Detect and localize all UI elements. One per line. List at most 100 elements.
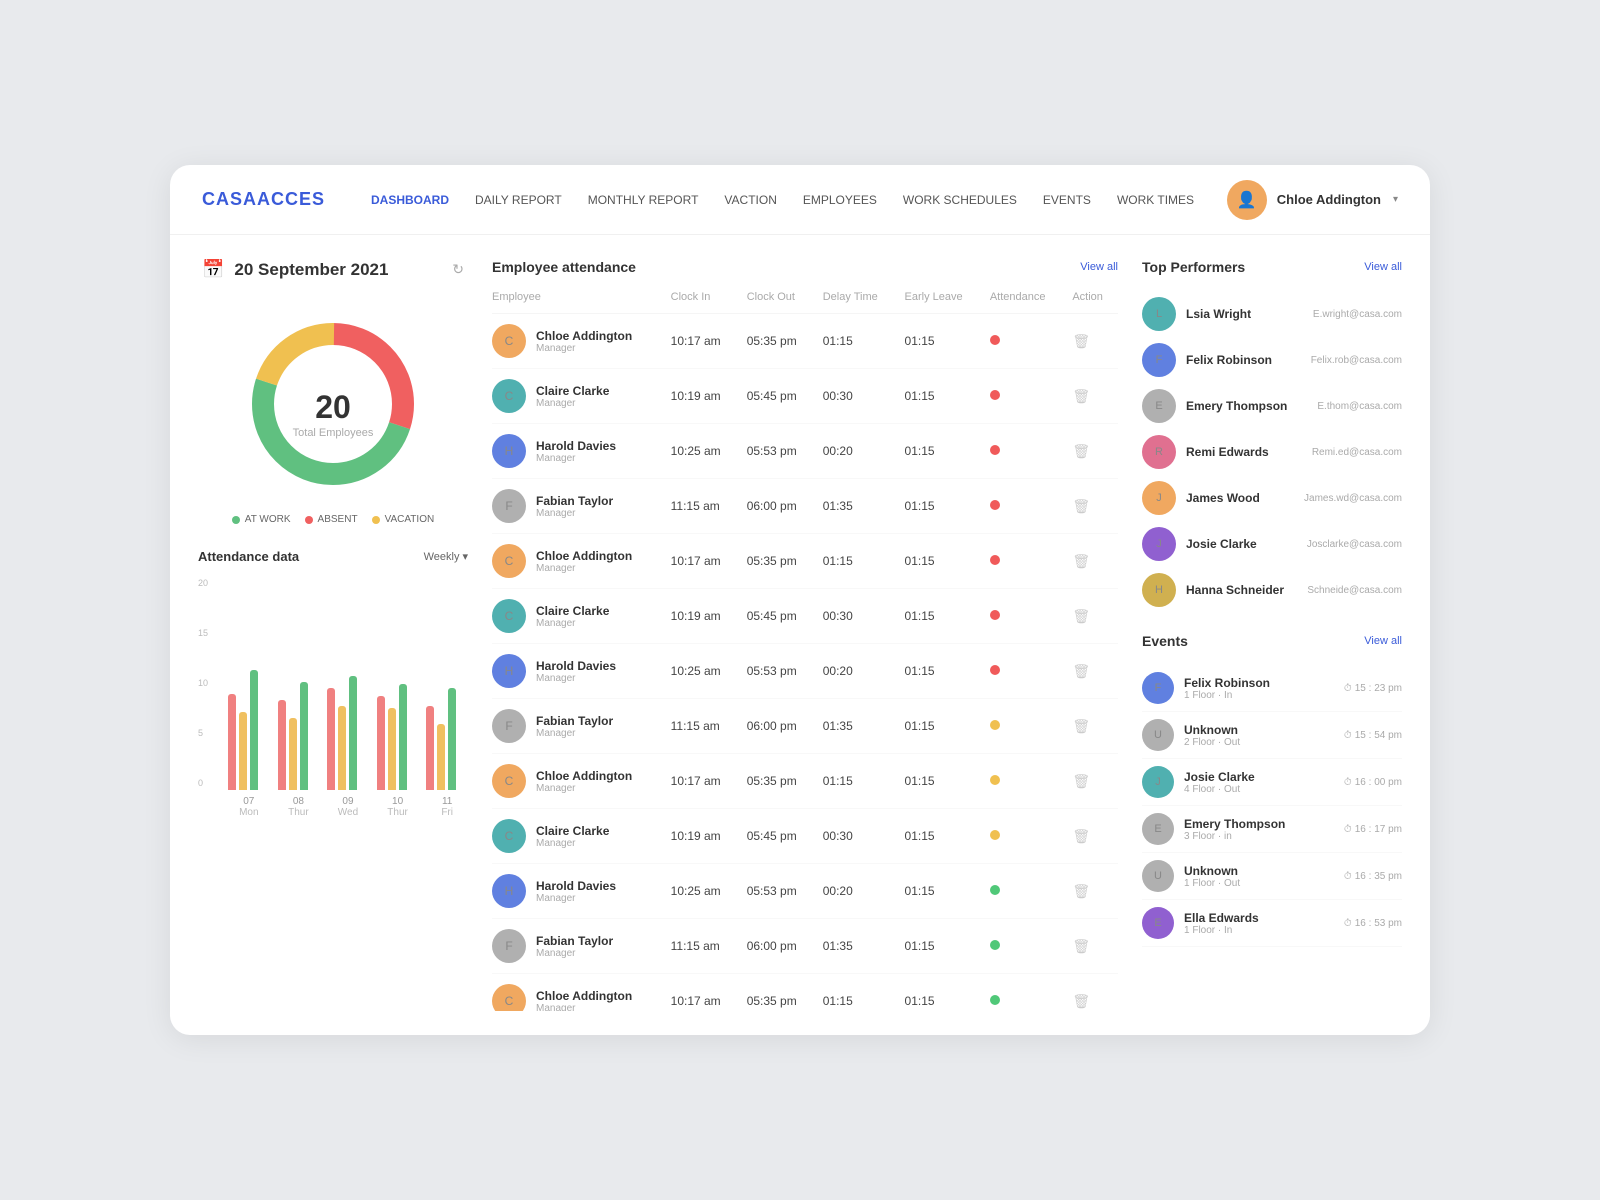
- status-dot: [990, 610, 1000, 620]
- clock-icon: ⏱: [1344, 918, 1352, 929]
- attendance-status: [982, 534, 1065, 589]
- early-leave: 01:15: [897, 754, 982, 809]
- nav-item-work-times[interactable]: WORK TIMES: [1107, 187, 1204, 213]
- delete-icon[interactable]: 🗑: [1072, 663, 1090, 679]
- event-name: Unknown: [1184, 723, 1334, 737]
- attendance-view-all[interactable]: View all: [1080, 261, 1118, 273]
- employee-cell: CChloe AddingtonManager: [492, 754, 663, 809]
- clock-out: 05:45 pm: [739, 589, 815, 644]
- employee-role: Manager: [536, 948, 613, 959]
- performers-view-all[interactable]: View all: [1364, 261, 1402, 273]
- table-col-clock-out: Clock Out: [739, 291, 815, 314]
- performer-name: Emery Thompson: [1186, 399, 1307, 413]
- x-group: 08Thur: [278, 796, 320, 818]
- table-row: CClaire ClarkeManager10:19 am05:45 pm00:…: [492, 809, 1118, 864]
- status-dot: [990, 940, 1000, 950]
- event-name: Ella Edwards: [1184, 911, 1334, 925]
- user-dropdown-icon[interactable]: ▾: [1393, 194, 1398, 205]
- status-dot: [990, 500, 1000, 510]
- performer-avatar: E: [1142, 389, 1176, 423]
- employee-role: Manager: [536, 838, 609, 849]
- event-item: J Josie Clarke 4 Floor · Out ⏱ 16 : 00 p…: [1142, 759, 1402, 806]
- clock-icon: ⏱: [1344, 871, 1352, 882]
- table-row: CChloe AddingtonManager10:17 am05:35 pm0…: [492, 754, 1118, 809]
- table-col-clock-in: Clock In: [663, 291, 739, 314]
- status-dot: [990, 775, 1000, 785]
- main-content: 📅 20 September 2021 ↻ 20 Total Employ: [170, 235, 1430, 1035]
- table-row: FFabian TaylorManager11:15 am06:00 pm01:…: [492, 479, 1118, 534]
- employee-name: Harold Davies: [536, 879, 616, 893]
- performer-avatar: F: [1142, 343, 1176, 377]
- delete-icon[interactable]: 🗑: [1072, 993, 1090, 1009]
- nav-item-employees[interactable]: EMPLOYEES: [793, 187, 887, 213]
- status-dot: [990, 885, 1000, 895]
- clock-icon: ⏱: [1344, 777, 1352, 788]
- performer-name: Lsia Wright: [1186, 307, 1303, 321]
- x-group: 10Thur: [377, 796, 419, 818]
- employee-name: Fabian Taylor: [536, 494, 613, 508]
- attendance-status: [982, 314, 1065, 369]
- performer-email: Josclarke@casa.com: [1307, 539, 1402, 550]
- delete-icon[interactable]: 🗑: [1072, 443, 1090, 459]
- event-item: E Emery Thompson 3 Floor · in ⏱ 16 : 17 …: [1142, 806, 1402, 853]
- delete-icon[interactable]: 🗑: [1072, 828, 1090, 844]
- clock-in: 11:15 am: [663, 919, 739, 974]
- x-group: 09Wed: [327, 796, 369, 818]
- employee-avatar: H: [492, 434, 526, 468]
- clock-in: 10:19 am: [663, 589, 739, 644]
- table-row: HHarold DaviesManager10:25 am05:53 pm00:…: [492, 424, 1118, 479]
- employee-name: Claire Clarke: [536, 824, 609, 838]
- early-leave: 01:15: [897, 589, 982, 644]
- clock-icon: ⏱: [1344, 730, 1352, 741]
- delete-icon[interactable]: 🗑: [1072, 498, 1090, 514]
- table-col-employee: Employee: [492, 291, 663, 314]
- refresh-icon[interactable]: ↻: [452, 261, 464, 278]
- nav-item-events[interactable]: EVENTS: [1033, 187, 1101, 213]
- delete-icon[interactable]: 🗑: [1072, 883, 1090, 899]
- event-name: Emery Thompson: [1184, 817, 1334, 831]
- events-header: Events View all: [1142, 633, 1402, 649]
- nav-item-daily-report[interactable]: DAILY REPORT: [465, 187, 572, 213]
- action-cell: 🗑: [1064, 864, 1118, 919]
- performer-name: Remi Edwards: [1186, 445, 1302, 459]
- delete-icon[interactable]: 🗑: [1072, 553, 1090, 569]
- nav-item-monthly-report[interactable]: MONTHLY REPORT: [578, 187, 709, 213]
- delay-time: 00:30: [815, 369, 897, 424]
- event-item: E Ella Edwards 1 Floor · In ⏱ 16 : 53 pm: [1142, 900, 1402, 947]
- x-group: 07Mon: [228, 796, 270, 818]
- early-leave: 01:15: [897, 479, 982, 534]
- clock-in: 10:25 am: [663, 424, 739, 479]
- table-head: EmployeeClock InClock OutDelay TimeEarly…: [492, 291, 1118, 314]
- delete-icon[interactable]: 🗑: [1072, 718, 1090, 734]
- nav-item-vaction[interactable]: VACTION: [714, 187, 786, 213]
- clock-in: 10:25 am: [663, 644, 739, 699]
- delete-icon[interactable]: 🗑: [1072, 938, 1090, 954]
- attendance-status: [982, 644, 1065, 699]
- employee-avatar: C: [492, 819, 526, 853]
- delete-icon[interactable]: 🗑: [1072, 773, 1090, 789]
- bar-group: [426, 688, 468, 790]
- delete-icon[interactable]: 🗑: [1072, 608, 1090, 624]
- events-view-all[interactable]: View all: [1364, 635, 1402, 647]
- bar-red: [278, 700, 286, 790]
- delete-icon[interactable]: 🗑: [1072, 333, 1090, 349]
- event-avatar: U: [1142, 860, 1174, 892]
- nav-item-dashboard[interactable]: DASHBOARD: [361, 187, 459, 213]
- performer-item: E Emery Thompson E.thom@casa.com: [1142, 383, 1402, 429]
- donut-legend: AT WORKABSENTVACATION: [232, 514, 434, 525]
- performer-item: L Lsia Wright E.wright@casa.com: [1142, 291, 1402, 337]
- employee-name: Chloe Addington: [536, 329, 632, 343]
- event-sub: 1 Floor · In: [1184, 690, 1334, 701]
- employee-cell: CChloe AddingtonManager: [492, 974, 663, 1012]
- performer-email: James.wd@casa.com: [1304, 493, 1402, 504]
- employee-name: Harold Davies: [536, 439, 616, 453]
- event-item: U Unknown 1 Floor · Out ⏱ 16 : 35 pm: [1142, 853, 1402, 900]
- legend-item: AT WORK: [232, 514, 291, 525]
- nav-item-work-schedules[interactable]: WORK SCHEDULES: [893, 187, 1027, 213]
- table-row: HHarold DaviesManager10:25 am05:53 pm00:…: [492, 864, 1118, 919]
- delete-icon[interactable]: 🗑: [1072, 388, 1090, 404]
- bar-chart-container: Attendance data Weekly ▾ 20151050 07Mon: [198, 549, 468, 818]
- event-item: U Unknown 2 Floor · Out ⏱ 15 : 54 pm: [1142, 712, 1402, 759]
- attendance-status: [982, 699, 1065, 754]
- weekly-filter[interactable]: Weekly ▾: [424, 550, 468, 563]
